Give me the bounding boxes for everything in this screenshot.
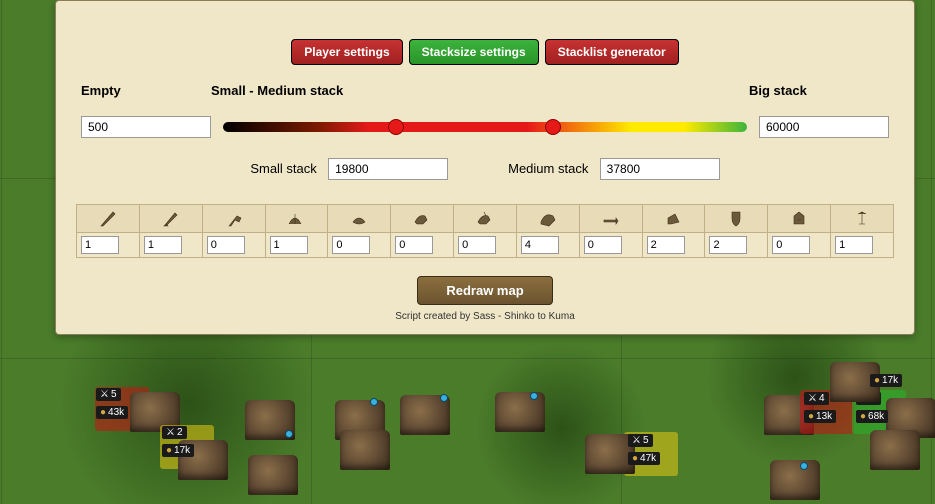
tab-player-settings[interactable]: Player settings [291, 39, 402, 65]
flag-dot [370, 398, 378, 406]
unit-weight-cell [328, 233, 391, 258]
threshold-labels: Empty Small - Medium stack Big stack [76, 83, 894, 98]
label-empty: Empty [81, 83, 211, 98]
unit-weight-cell [139, 233, 202, 258]
unit-weight-scout[interactable] [332, 236, 370, 254]
redraw-button[interactable]: Redraw map [417, 276, 552, 305]
slider-handle-medium[interactable] [545, 119, 561, 135]
label-small-medium: Small - Medium stack [211, 83, 749, 98]
unit-weight-cell [579, 233, 642, 258]
unit-weight-cell [642, 233, 705, 258]
small-stack-input[interactable] [328, 158, 448, 180]
tabs-row: Player settings Stacksize settings Stack… [76, 39, 894, 65]
tab-stacksize-settings[interactable]: Stacksize settings [409, 39, 539, 65]
militia-icon [831, 205, 894, 233]
badge-attack: 4 [804, 392, 829, 405]
min-input[interactable] [81, 116, 211, 138]
range-slider[interactable] [223, 122, 747, 132]
slider-row [76, 116, 894, 138]
village[interactable] [340, 430, 390, 470]
sword-icon [139, 205, 202, 233]
medium-stack-label: Medium stack [508, 161, 588, 176]
noble-icon [768, 205, 831, 233]
unit-weight-cell [454, 233, 517, 258]
village[interactable] [248, 455, 298, 495]
unit-weight-ram[interactable] [584, 236, 622, 254]
units-table [76, 204, 894, 258]
unit-weight-cat[interactable] [647, 236, 685, 254]
badge-attack: 2 [162, 426, 187, 439]
tab-stacklist-generator[interactable]: Stacklist generator [545, 39, 679, 65]
unit-weight-cell [516, 233, 579, 258]
badge-food: 47k [628, 452, 660, 465]
paladin-icon [705, 205, 768, 233]
unit-weight-cell [705, 233, 768, 258]
badge-food: 17k [870, 374, 902, 387]
village[interactable] [495, 392, 545, 432]
scout-icon [328, 205, 391, 233]
flag-dot [530, 392, 538, 400]
badge-attack: 5 [628, 434, 653, 447]
village[interactable] [870, 430, 920, 470]
credit-text: Script created by Sass - Shinko to Kuma [76, 311, 894, 322]
small-stack-label: Small stack [250, 161, 316, 176]
badge-food: 17k [162, 444, 194, 457]
flag-dot [285, 430, 293, 438]
medium-stack-input[interactable] [600, 158, 720, 180]
badge-food: 68k [856, 410, 888, 423]
lc-icon [391, 205, 454, 233]
unit-weight-hc[interactable] [521, 236, 559, 254]
ma-icon [454, 205, 517, 233]
archer-icon [265, 205, 328, 233]
unit-weight-ma[interactable] [458, 236, 496, 254]
unit-weight-paladin[interactable] [709, 236, 747, 254]
flag-dot [440, 394, 448, 402]
spear-icon [77, 205, 140, 233]
unit-weight-cell [768, 233, 831, 258]
slider-handle-small[interactable] [388, 119, 404, 135]
badge-food: 43k [96, 406, 128, 419]
axe-icon [202, 205, 265, 233]
unit-weight-cell [391, 233, 454, 258]
village[interactable] [770, 460, 820, 500]
unit-weight-militia[interactable] [835, 236, 873, 254]
label-big: Big stack [749, 83, 889, 98]
flag-dot [800, 462, 808, 470]
badge-attack: 5 [96, 388, 121, 401]
unit-weight-cell [77, 233, 140, 258]
threshold-inputs: Small stack Medium stack [76, 158, 894, 180]
settings-panel: Player settings Stacksize settings Stack… [55, 0, 915, 335]
unit-weight-sword[interactable] [144, 236, 182, 254]
unit-weight-lc[interactable] [395, 236, 433, 254]
unit-weight-spear[interactable] [81, 236, 119, 254]
ram-icon [579, 205, 642, 233]
unit-weight-axe[interactable] [207, 236, 245, 254]
badge-food: 13k [804, 410, 836, 423]
unit-weight-noble[interactable] [772, 236, 810, 254]
max-input[interactable] [759, 116, 889, 138]
unit-weight-cell [265, 233, 328, 258]
unit-weight-cell [202, 233, 265, 258]
cat-icon [642, 205, 705, 233]
unit-weight-cell [831, 233, 894, 258]
unit-weight-archer[interactable] [270, 236, 308, 254]
hc-icon [516, 205, 579, 233]
